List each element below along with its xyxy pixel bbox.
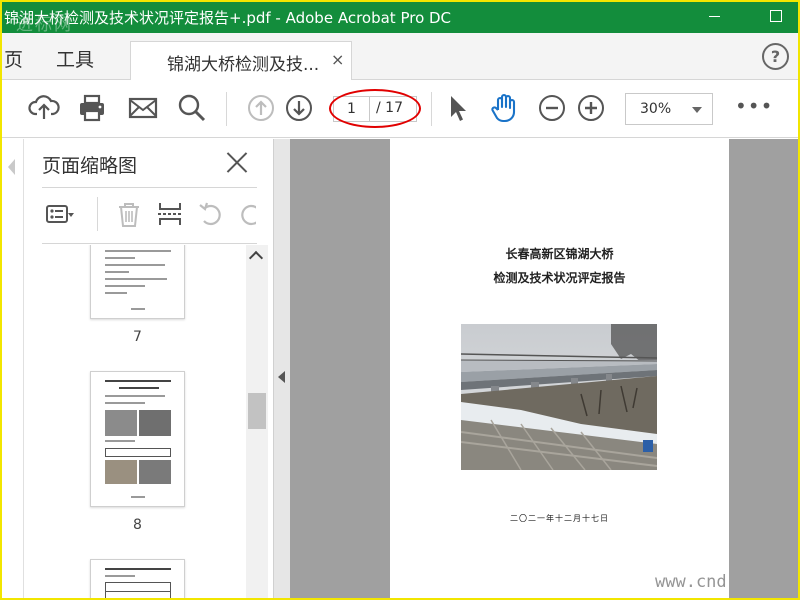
divider (42, 187, 257, 188)
extract-icon[interactable] (155, 199, 185, 229)
rotate-left-icon[interactable] (196, 199, 226, 229)
document-date: 二〇二一年十二月十七日 (510, 514, 609, 523)
rotate-right-icon[interactable] (236, 199, 256, 229)
left-rail (2, 139, 24, 598)
panel-collapse-strip[interactable] (273, 139, 290, 598)
toolbar: / 17 30% ••• (2, 80, 798, 138)
chevron-up-icon[interactable] (248, 250, 264, 266)
page-up-icon[interactable] (245, 92, 277, 124)
scrollbar-thumb[interactable] (248, 393, 266, 429)
tab-tools[interactable]: 工具 (56, 45, 94, 72)
zoom-select[interactable]: 30% (625, 93, 713, 125)
zoom-in-icon[interactable] (575, 92, 607, 124)
upload-icon[interactable] (28, 92, 60, 124)
close-tab-icon[interactable]: × (331, 50, 344, 69)
thumbnail-label: 7 (133, 329, 142, 345)
select-cursor-icon[interactable] (442, 92, 474, 124)
thumbnails-panel: 页面缩略图 7 8 (24, 139, 273, 598)
tab-home[interactable]: 页 (4, 45, 23, 72)
panel-title: 页面缩略图 (42, 155, 138, 177)
chevron-left-icon[interactable] (278, 371, 285, 383)
document-page: 长春高新区锦湖大桥 检测及技术状况评定报告 二〇二一年十二月十七日 (390, 139, 729, 598)
thumbnail-label: 8 (133, 517, 142, 533)
email-icon[interactable] (127, 92, 159, 124)
chevron-down-icon (692, 107, 702, 113)
search-icon[interactable] (176, 92, 208, 124)
page-down-icon[interactable] (283, 92, 315, 124)
document-title-line2: 检测及技术状况评定报告 (493, 271, 626, 285)
divider (42, 243, 257, 244)
app-window: 锦湖大桥检测及技术状况评定报告+.pdf - Adobe Acrobat Pro… (0, 0, 800, 600)
print-icon[interactable] (76, 92, 108, 124)
zoom-value: 30% (640, 101, 672, 117)
tab-document-label: 锦湖大桥检测及技... (167, 55, 320, 75)
thumbnail-list: 7 8 (42, 245, 246, 598)
site-watermark: 进标网 (16, 15, 73, 35)
toolbar-divider (431, 92, 432, 126)
zoom-out-icon[interactable] (536, 92, 568, 124)
tab-bar: 页 工具 锦湖大桥检测及技... × ? (2, 33, 798, 81)
more-icon[interactable]: ••• (735, 94, 773, 118)
minimize-button[interactable] (702, 6, 726, 26)
page-thumbnail[interactable] (90, 371, 185, 507)
page-thumbnail[interactable] (90, 559, 185, 598)
thumbnail-scrollbar[interactable] (246, 245, 268, 598)
toolbar-divider (226, 92, 227, 126)
footer-watermark: www.cnd (655, 572, 727, 592)
close-panel-icon[interactable] (226, 151, 248, 173)
document-title-line1: 长春高新区锦湖大桥 (505, 247, 614, 261)
delete-icon[interactable] (114, 199, 144, 229)
options-icon[interactable] (44, 199, 74, 229)
bridge-photo (461, 324, 657, 470)
maximize-button[interactable] (764, 6, 788, 26)
page-thumbnail[interactable] (90, 245, 185, 319)
toolbar-divider (97, 197, 98, 231)
help-icon[interactable]: ? (762, 43, 789, 70)
hand-tool-icon[interactable] (488, 92, 520, 124)
tab-document[interactable]: 锦湖大桥检测及技... × (130, 41, 352, 81)
document-canvas[interactable]: 长春高新区锦湖大桥 检测及技术状况评定报告 二〇二一年十二月十七日 (290, 139, 798, 598)
rail-arrow-icon[interactable] (8, 159, 15, 175)
annotation-ellipse (329, 89, 421, 128)
title-bar: 锦湖大桥检测及技术状况评定报告+.pdf - Adobe Acrobat Pro… (2, 2, 798, 35)
